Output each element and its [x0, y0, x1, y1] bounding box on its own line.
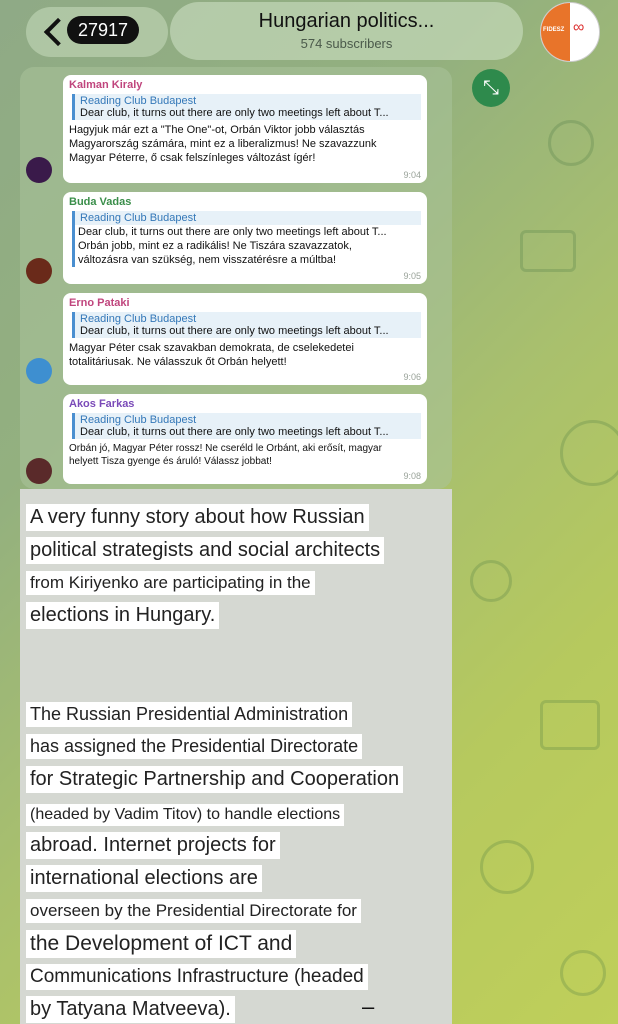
message-time: 9:04 [403, 170, 421, 180]
article-line: the Development of ICT and [26, 930, 297, 958]
article-line: has assigned the Presidential Directorat… [26, 734, 363, 759]
article-line: international elections are [26, 865, 262, 892]
message-sender: Buda Vadas [69, 196, 132, 208]
article-line: by Tatyana Matveeva). [26, 996, 235, 1023]
message-bubble: Kalman Kiraly Reading Club Budapest Dear… [63, 75, 427, 183]
article-line: elections in Hungary. [26, 602, 220, 629]
avatar-label: FIDESZ [543, 27, 565, 33]
background-doodle [548, 120, 594, 166]
avatar [26, 358, 52, 384]
trailing-dash: – [362, 994, 375, 1019]
quote-text: Dear club, it turns out there are only t… [80, 325, 389, 337]
quote-title: Reading Club Budapest [80, 95, 197, 107]
avatar [26, 258, 52, 284]
background-doodle [520, 230, 576, 272]
background-doodle [480, 840, 534, 894]
article-line: A very funny story about how Russian [26, 504, 369, 531]
unread-count-badge: 27917 [67, 16, 139, 44]
infinity-icon: ∞ [573, 19, 585, 36]
background-doodle [560, 950, 606, 996]
channel-header[interactable]: Hungarian politics... 574 subscribers [170, 2, 523, 60]
message-time: 9:08 [403, 471, 421, 481]
background-doodle [540, 700, 600, 750]
message-text: Dear club, it turns out there are only t… [72, 225, 421, 267]
message-text: Orbán jó, Magyar Péter rossz! Ne cseréld… [69, 443, 382, 467]
message-sender: Kalman Kiraly [69, 79, 143, 91]
message-bubble: Erno Pataki Reading Club Budapest Dear c… [63, 293, 427, 385]
background-doodle [560, 420, 618, 486]
message-bubble: Akos Farkas Reading Club Budapest Dear c… [63, 394, 427, 484]
collapse-icon[interactable]: ⤡ [472, 69, 510, 107]
message-text: Hagyjuk már ezt a "The One"-ot, Orbán Vi… [69, 124, 377, 164]
reply-quote[interactable]: Reading Club Budapest Dear club, it turn… [72, 413, 421, 439]
quote-title: Reading Club Budapest [80, 313, 197, 325]
quote-text: Dear club, it turns out there are only t… [80, 107, 389, 119]
article-line: (headed by Vadim Titov) to handle electi… [26, 804, 345, 826]
quote-title: Reading Club Budapest [80, 212, 197, 224]
reply-quote[interactable]: Reading Club Budapest Dear club, it turn… [72, 312, 421, 338]
reply-quote[interactable]: Reading Club Budapest Dear club, it turn… [72, 94, 421, 120]
message-sender: Akos Farkas [69, 398, 135, 410]
channel-title: Hungarian politics... [258, 10, 435, 32]
avatar [26, 458, 52, 484]
quote-text: Dear club, it turns out there are only t… [80, 426, 389, 438]
article-line: for Strategic Partnership and Cooperatio… [26, 766, 404, 793]
subscriber-count: 574 subscribers [300, 36, 393, 51]
quote-title: Reading Club Budapest [80, 414, 197, 426]
message-sender: Erno Pataki [69, 297, 130, 309]
message-text: Magyar Péter csak szavakban demokrata, d… [69, 342, 354, 368]
message-time: 9:05 [403, 271, 421, 281]
article-line: political strategists and social archite… [26, 537, 385, 564]
article-line: from Kiriyenko are participating in the [26, 571, 315, 595]
article-line: overseen by the Presidential Directorate… [26, 899, 361, 923]
article-line: The Russian Presidential Administration [26, 702, 353, 727]
message-time: 9:06 [403, 372, 421, 382]
avatar [26, 157, 52, 183]
reply-quote[interactable]: Reading Club Budapest [72, 211, 421, 225]
background-doodle [470, 560, 512, 602]
article-line: abroad. Internet projects for [26, 832, 280, 859]
channel-avatar[interactable]: FIDESZ ∞ [540, 2, 600, 62]
message-bubble: Buda Vadas Reading Club Budapest Dear cl… [63, 192, 427, 284]
article-line: Communications Infrastructure (headed [26, 964, 368, 990]
